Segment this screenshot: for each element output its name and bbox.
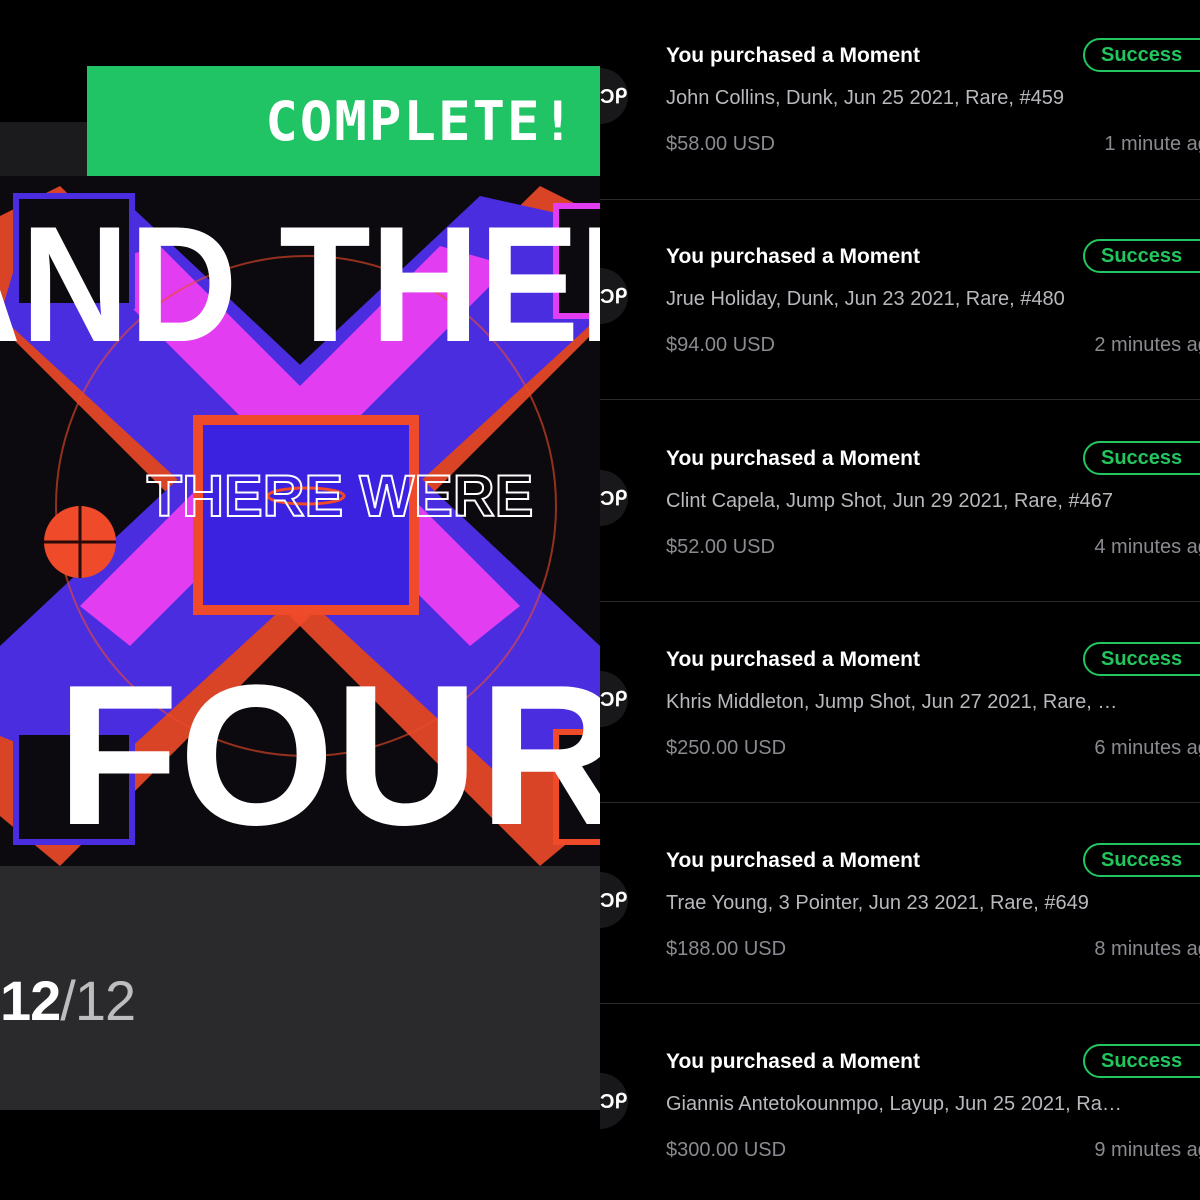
challenge-artwork: AND THEN THERE WERE FOUR	[0, 176, 600, 866]
moment-description: Khris Middleton, Jump Shot, Jun 27 2021,…	[666, 691, 1118, 713]
moment-description: Jrue Holiday, Dunk, Jun 23 2021, Rare, #…	[666, 288, 1065, 310]
timestamp: 2 minutes ago	[1094, 334, 1200, 356]
moment-icon: Ͻᑭ	[600, 488, 628, 510]
timestamp: 4 minutes ago	[1094, 536, 1200, 558]
moment-description: Clint Capela, Jump Shot, Jun 29 2021, Ra…	[666, 490, 1113, 512]
moment-description: Trae Young, 3 Pointer, Jun 23 2021, Rare…	[666, 892, 1089, 914]
challenge-panel: AND THEN THERE WERE FOUR COMPLETE! 12/12	[0, 0, 600, 1200]
activity-title: You purchased a Moment	[666, 849, 920, 872]
moment-icon: Ͻᑭ	[600, 86, 628, 108]
activity-item[interactable]: Ͻᑭ You purchased a Moment Success John C…	[600, 0, 1200, 200]
activity-title: You purchased a Moment	[666, 1050, 920, 1073]
moment-price: $250.00 USD	[666, 737, 787, 759]
status-badge: Success	[1083, 441, 1200, 475]
artwork-graphic: AND THEN THERE WERE FOUR	[0, 176, 600, 866]
divider	[600, 601, 1200, 602]
status-badge: Success	[1083, 843, 1200, 877]
moment-description: John Collins, Dunk, Jun 25 2021, Rare, #…	[666, 87, 1065, 109]
status-badge: Success	[1083, 1044, 1200, 1078]
activity-item[interactable]: Ͻᑭ You purchased a Moment Success Jrue H…	[600, 200, 1200, 400]
progress-count: 12/12	[0, 968, 136, 1033]
timestamp: 8 minutes ago	[1094, 938, 1200, 960]
progress-area-footer	[0, 1110, 600, 1200]
complete-badge-text: COMPLETE!	[265, 89, 576, 153]
moment-icon: Ͻᑭ	[600, 890, 628, 912]
activity-list: Ͻᑭ You purchased a Moment Success John C…	[600, 0, 1200, 1200]
activity-title: You purchased a Moment	[666, 447, 920, 470]
activity-item[interactable]: Ͻᑭ You purchased a Moment Success Trae Y…	[600, 804, 1200, 1004]
activity-item[interactable]: Ͻᑭ You purchased a Moment Success Clint …	[600, 402, 1200, 602]
activity-item[interactable]: Ͻᑭ You purchased a Moment Success Gianni…	[600, 1005, 1200, 1200]
art-line3: FOUR	[57, 644, 600, 866]
divider	[600, 399, 1200, 400]
moment-price: $300.00 USD	[666, 1139, 787, 1161]
activity-title: You purchased a Moment	[666, 648, 920, 671]
timestamp: 9 minutes ago	[1094, 1139, 1200, 1161]
total-count: 12	[74, 969, 136, 1032]
activity-item[interactable]: Ͻᑭ You purchased a Moment Success Khris …	[600, 603, 1200, 803]
status-badge: Success	[1083, 239, 1200, 273]
moment-icon: Ͻᑭ	[600, 689, 628, 711]
complete-badge: COMPLETE!	[87, 66, 600, 176]
moment-price: $188.00 USD	[666, 938, 787, 960]
divider	[600, 1003, 1200, 1004]
moment-icon: Ͻᑭ	[600, 286, 628, 308]
activity-title: You purchased a Moment	[666, 44, 920, 67]
moment-icon: Ͻᑭ	[600, 1091, 628, 1113]
activity-title: You purchased a Moment	[666, 245, 920, 268]
count-separator: /	[60, 969, 76, 1032]
status-badge: Success	[1083, 38, 1200, 72]
moment-price: $52.00 USD	[666, 536, 775, 558]
status-badge: Success	[1083, 642, 1200, 676]
moment-description: Giannis Antetokounmpo, Layup, Jun 25 202…	[666, 1093, 1122, 1115]
timestamp: 1 minute ago	[1104, 133, 1200, 155]
art-line2: THERE WERE	[147, 464, 534, 529]
divider	[600, 802, 1200, 803]
moment-price: $58.00 USD	[666, 133, 775, 155]
timestamp: 6 minutes ago	[1094, 737, 1200, 759]
moment-price: $94.00 USD	[666, 334, 775, 356]
art-line1: AND THEN	[0, 192, 600, 376]
collected-count: 12	[0, 969, 61, 1032]
